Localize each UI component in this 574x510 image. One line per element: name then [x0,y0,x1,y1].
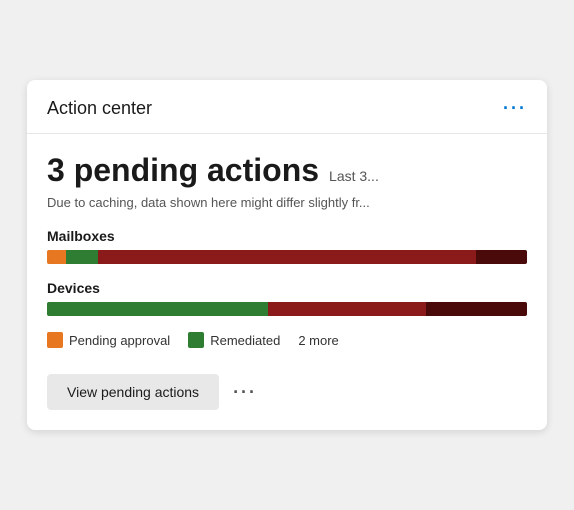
header-more-button[interactable]: ··· [503,98,527,119]
devices-bar-darkest-red [426,302,527,316]
legend-item-remediated: Remediated [188,332,280,348]
last-updated: Last 3... [329,168,379,184]
mailboxes-bar-pending [47,250,66,264]
pending-count-row: 3 pending actions Last 3... [47,152,527,189]
legend-label-pending: Pending approval [69,333,170,348]
legend-item-pending: Pending approval [47,332,170,348]
devices-bar-remediated [47,302,268,316]
cache-note: Due to caching, data shown here might di… [47,195,527,210]
mailboxes-bar-dark-red [98,250,477,264]
legend-label-remediated: Remediated [210,333,280,348]
mailboxes-label: Mailboxes [47,228,527,244]
mailboxes-bar [47,250,527,264]
mailboxes-bar-darkest-red [476,250,527,264]
legend-swatch-remediated [188,332,204,348]
legend: Pending approval Remediated 2 more [47,332,527,348]
action-center-card: Action center ··· 3 pending actions Last… [27,80,547,430]
card-footer: View pending actions ··· [47,370,527,410]
devices-bar [47,302,527,316]
card-title: Action center [47,98,152,119]
devices-bar-dark-red [268,302,426,316]
pending-count: 3 pending actions [47,152,319,189]
devices-label: Devices [47,280,527,296]
legend-swatch-pending [47,332,63,348]
legend-more: 2 more [298,333,338,348]
mailboxes-bar-remediated [66,250,98,264]
card-header: Action center ··· [27,80,547,134]
view-pending-actions-button[interactable]: View pending actions [47,374,219,410]
card-body: 3 pending actions Last 3... Due to cachi… [27,134,547,430]
footer-more-button[interactable]: ··· [233,382,257,403]
